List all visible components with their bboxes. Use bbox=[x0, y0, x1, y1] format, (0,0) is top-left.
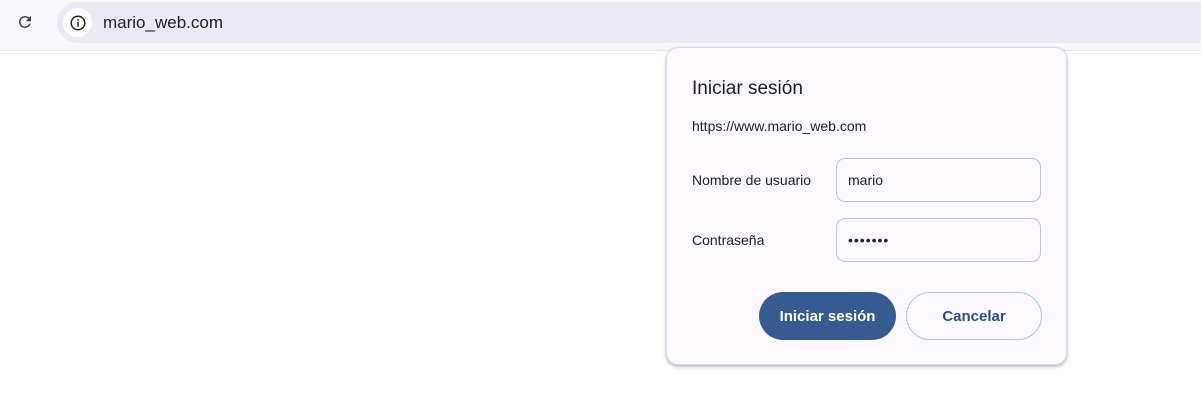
address-bar[interactable]: mario_web.com bbox=[57, 2, 1201, 43]
info-circle-icon bbox=[70, 15, 85, 30]
sign-in-dialog: Iniciar sesión https://www.mario_web.com… bbox=[666, 47, 1067, 365]
dialog-title: Iniciar sesión bbox=[692, 78, 803, 99]
username-label: Nombre de usuario bbox=[692, 172, 812, 188]
browser-toolbar: mario_web.com bbox=[0, 0, 1201, 51]
url-text[interactable]: mario_web.com bbox=[103, 12, 223, 33]
username-field[interactable] bbox=[836, 158, 1041, 202]
reload-button[interactable] bbox=[9, 6, 41, 38]
reload-icon bbox=[18, 15, 31, 28]
sign-in-button[interactable]: Iniciar sesión bbox=[759, 292, 896, 340]
site-info-button[interactable] bbox=[63, 8, 92, 37]
password-field[interactable] bbox=[836, 218, 1041, 262]
password-label: Contraseña bbox=[692, 232, 765, 248]
dialog-origin: https://www.mario_web.com bbox=[692, 118, 867, 134]
cancel-button[interactable]: Cancelar bbox=[906, 292, 1042, 340]
